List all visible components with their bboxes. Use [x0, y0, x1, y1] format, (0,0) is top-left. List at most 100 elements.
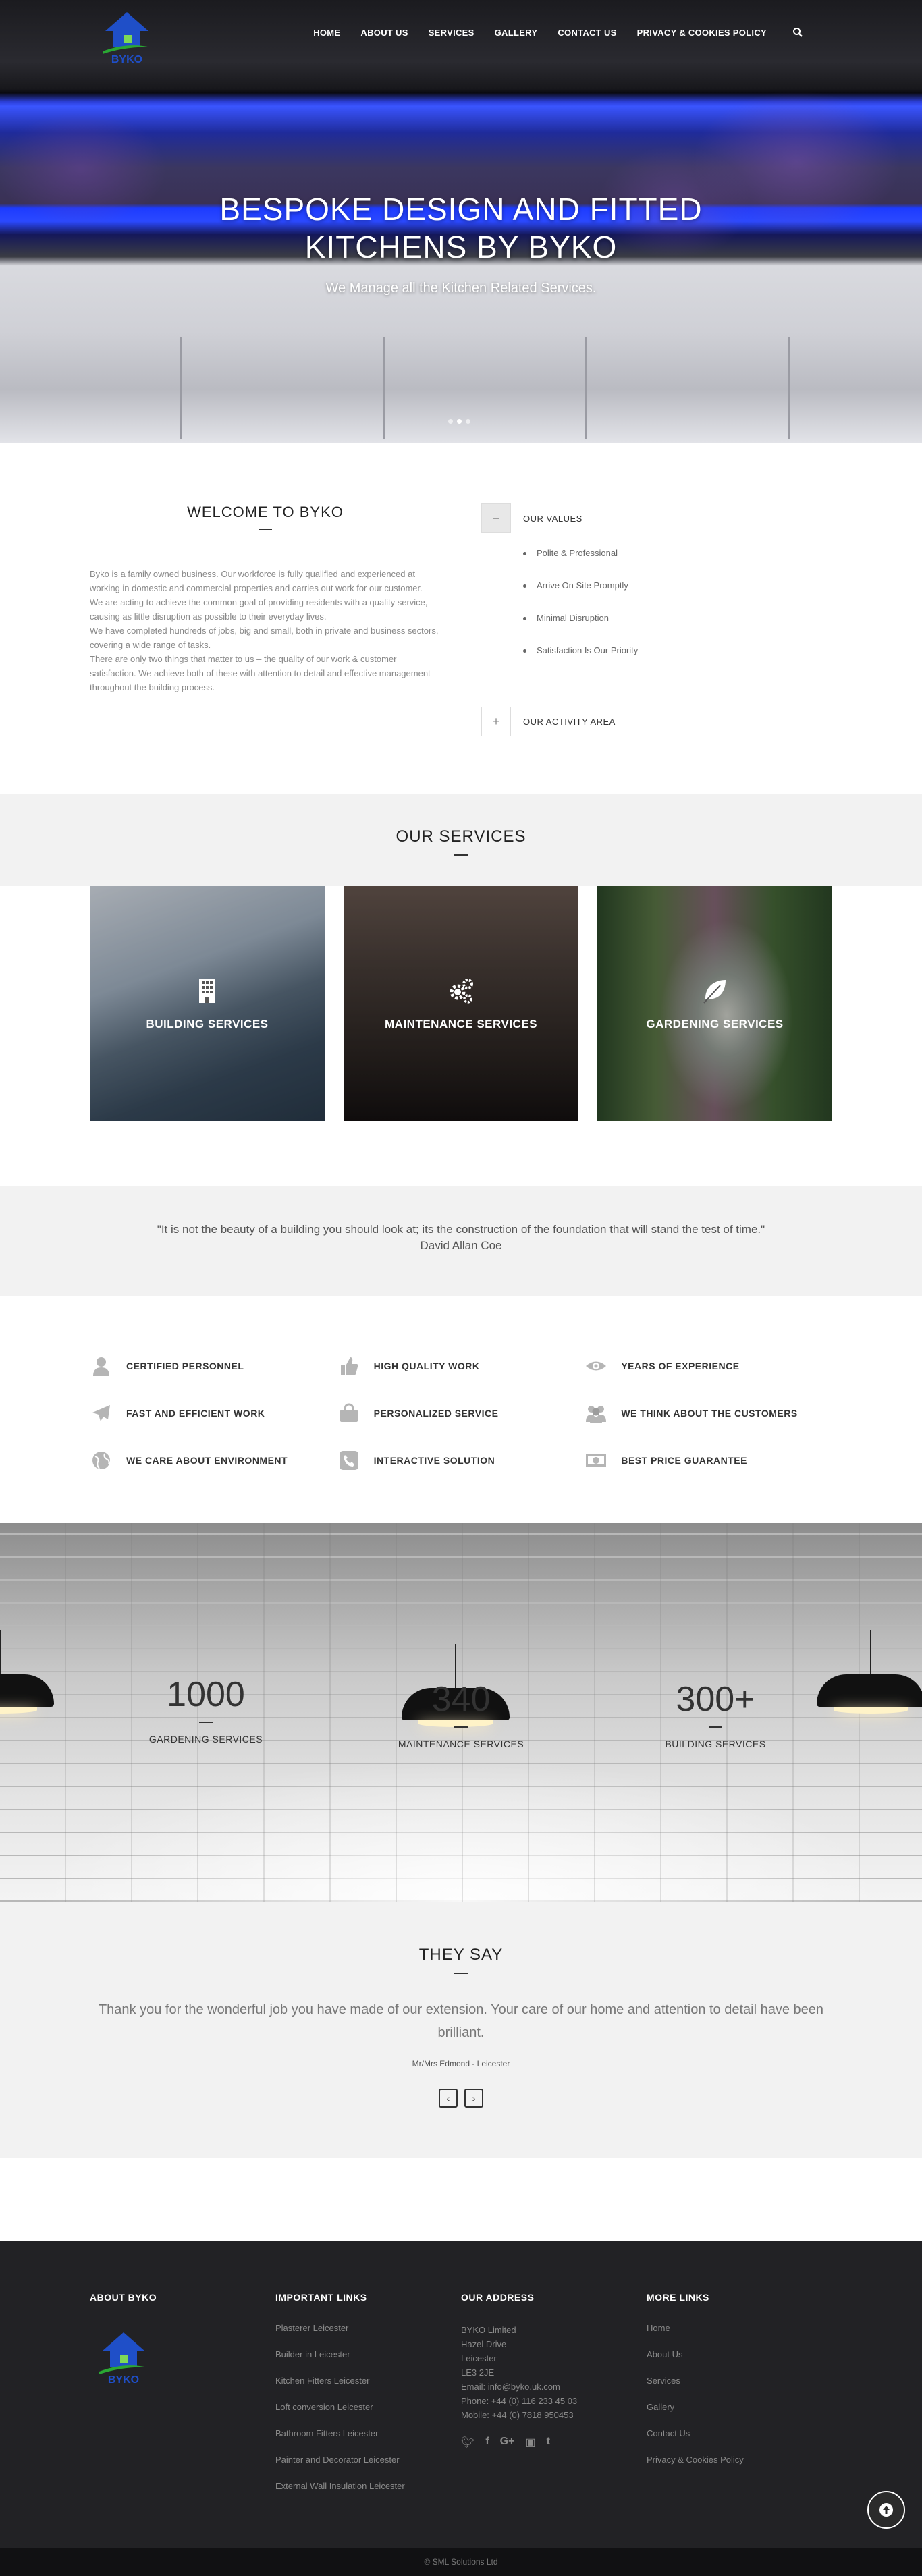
address-line: LE3 2JE — [461, 2367, 495, 2378]
footer-important-links: IMPORTANT LINKS Plasterer Leicester Buil… — [275, 2292, 461, 2507]
footer-link[interactable]: Home — [647, 2323, 832, 2349]
counter-underline — [709, 1726, 722, 1728]
accordion-values-header[interactable]: − OUR VALUES — [481, 503, 832, 533]
nav-home[interactable]: HOME — [313, 28, 340, 38]
testimonials-section: THEY SAY Thank you for the wonderful job… — [0, 1902, 922, 2158]
counters-section: 1000 GARDENING SERVICES 340 MAINTENANCE … — [0, 1523, 922, 1902]
service-card-maintenance[interactable]: MAINTENANCE SERVICES — [344, 886, 578, 1121]
feature-label: PERSONALIZED SERVICE — [373, 1408, 499, 1419]
footer-link[interactable]: Plasterer Leicester — [275, 2323, 461, 2349]
thumbs-up-icon — [340, 1357, 358, 1375]
social-links: 🐦︎ f G+ ▣ t — [461, 2436, 647, 2449]
counter-gardening: 1000 GARDENING SERVICES — [111, 1674, 300, 1745]
footer-link[interactable]: Builder in Leicester — [275, 2349, 461, 2376]
footer-link[interactable]: Services — [647, 2376, 832, 2402]
feature-label: WE CARE ABOUT ENVIRONMENT — [126, 1455, 288, 1466]
byko-logo[interactable]: BYKO — [90, 2324, 157, 2386]
service-card-label: MAINTENANCE SERVICES — [385, 1018, 537, 1031]
footer-link[interactable]: About Us — [647, 2349, 832, 2376]
nav-gallery[interactable]: GALLERY — [495, 28, 538, 38]
search-icon[interactable] — [792, 27, 803, 38]
email-link[interactable]: Email: info@byko.uk.com — [461, 2380, 647, 2394]
title-underline — [454, 854, 468, 856]
copyright-bar: © SML Solutions Ltd — [0, 2548, 922, 2576]
welcome-title: WELCOME TO BYKO — [187, 503, 344, 520]
welcome-paragraph: There are only two things that matter to… — [90, 654, 431, 692]
service-card-label: GARDENING SERVICES — [646, 1018, 784, 1031]
testimonial-text: Thank you for the wonderful job you have… — [98, 2002, 824, 2040]
hero-title-line2: KITCHENS BY BYKO — [304, 229, 618, 265]
feature-item: CERTIFIED PERSONNEL — [90, 1356, 337, 1376]
cabinet-decor — [81, 337, 182, 439]
nav-services[interactable]: SERVICES — [429, 28, 474, 38]
gears-icon — [450, 979, 473, 1004]
footer-link[interactable]: External Wall Insulation Leicester — [275, 2481, 461, 2507]
footer-link[interactable]: Loft conversion Leicester — [275, 2402, 461, 2428]
phone-link[interactable]: Phone: +44 (0) 116 233 45 03 — [461, 2394, 647, 2408]
tumblr-icon[interactable]: t — [547, 2436, 550, 2449]
accordion: − OUR VALUES Polite & Professional Arriv… — [481, 503, 832, 736]
feature-item: WE THINK ABOUT THE CUSTOMERS — [585, 1403, 832, 1423]
footer: ABOUT BYKO BYKO IMPORTANT LINKS Plastere… — [0, 2241, 922, 2548]
feature-item: YEARS OF EXPERIENCE — [585, 1356, 832, 1376]
welcome-paragraph: We are acting to achieve the common goal… — [90, 597, 428, 622]
footer-link[interactable]: Painter and Decorator Leicester — [275, 2455, 461, 2481]
nav-about-us[interactable]: ABOUT US — [360, 28, 408, 38]
prev-arrow-icon[interactable]: ‹ — [439, 2089, 458, 2108]
hero-title-line1: BESPOKE DESIGN AND FITTED — [219, 192, 703, 227]
nav-contact-us[interactable]: CONTACT US — [558, 28, 616, 38]
feature-label: CERTIFIED PERSONNEL — [126, 1361, 244, 1371]
address-line: Hazel Drive — [461, 2339, 507, 2349]
collapse-icon[interactable]: − — [481, 503, 511, 533]
globe-icon — [92, 1452, 110, 1469]
footer-about-title: ABOUT BYKO — [90, 2292, 157, 2303]
google-plus-icon[interactable]: G+ — [500, 2436, 515, 2449]
feature-label: FAST AND EFFICIENT WORK — [126, 1408, 265, 1419]
footer-link[interactable]: Gallery — [647, 2402, 832, 2428]
title-underline — [454, 1973, 468, 1974]
feature-item: HIGH QUALITY WORK — [337, 1356, 585, 1376]
service-card-label: BUILDING SERVICES — [146, 1018, 269, 1031]
testimonial-author: Mr/Mrs Edmond - Leicester — [412, 2059, 510, 2068]
list-item: Polite & Professional — [523, 547, 832, 579]
footer-more-title: MORE LINKS — [647, 2292, 709, 2303]
footer-link[interactable]: Contact Us — [647, 2428, 832, 2455]
feature-label: YEARS OF EXPERIENCE — [621, 1361, 740, 1371]
svg-text:BYKO: BYKO — [108, 2374, 139, 2385]
hero-slider: BYKO HOME ABOUT US SERVICES GALLERY CONT… — [0, 0, 922, 443]
slider-dot-active[interactable] — [457, 419, 462, 424]
list-item: Arrive On Site Promptly — [523, 579, 832, 611]
service-card-building[interactable]: BUILDING SERVICES — [90, 886, 325, 1121]
slider-dot[interactable] — [448, 419, 453, 424]
service-card-gardening[interactable]: GARDENING SERVICES — [597, 886, 832, 1121]
footer-link[interactable]: Bathroom Fitters Leicester — [275, 2428, 461, 2455]
accordion-activity-header[interactable]: + OUR ACTIVITY AREA — [481, 707, 832, 736]
mobile-link[interactable]: Mobile: +44 (0) 7818 950453 — [461, 2408, 647, 2422]
features-section: CERTIFIED PERSONNEL HIGH QUALITY WORK YE… — [0, 1296, 922, 1523]
scroll-to-top-button[interactable] — [867, 2491, 905, 2529]
address-line: BYKO Limited — [461, 2325, 516, 2335]
quote-section: "It is not the beauty of a building you … — [0, 1186, 922, 1296]
twitter-icon[interactable]: 🐦︎ — [461, 2436, 474, 2449]
footer-link[interactable]: Privacy & Cookies Policy — [647, 2455, 832, 2481]
slider-dot[interactable] — [466, 419, 470, 424]
hero-caption: BESPOKE DESIGN AND FITTED KITCHENS BY BY… — [0, 190, 922, 296]
hero-title: BESPOKE DESIGN AND FITTED KITCHENS BY BY… — [0, 190, 922, 266]
footer-link[interactable]: Kitchen Fitters Leicester — [275, 2376, 461, 2402]
title-underline — [259, 529, 272, 530]
next-arrow-icon[interactable]: › — [464, 2089, 483, 2108]
nav-privacy-policy[interactable]: PRIVACY & COOKIES POLICY — [637, 28, 767, 38]
footer-address: OUR ADDRESS BYKO Limited Hazel Drive Lei… — [461, 2292, 647, 2507]
instagram-icon[interactable]: ▣ — [525, 2436, 535, 2449]
cabinet-decor — [486, 337, 587, 439]
feature-item: WE CARE ABOUT ENVIRONMENT — [90, 1450, 337, 1471]
expand-icon[interactable]: + — [481, 707, 511, 736]
byko-logo[interactable]: BYKO — [93, 4, 161, 65]
welcome-intro: WELCOME TO BYKO Byko is a family owned b… — [90, 503, 441, 736]
facebook-icon[interactable]: f — [485, 2436, 489, 2449]
svg-text:BYKO: BYKO — [111, 54, 142, 65]
lamp-decor — [0, 1630, 54, 1714]
slider-dots — [448, 419, 470, 424]
leaf-icon — [703, 980, 726, 1004]
welcome-section: WELCOME TO BYKO Byko is a family owned b… — [0, 443, 922, 794]
